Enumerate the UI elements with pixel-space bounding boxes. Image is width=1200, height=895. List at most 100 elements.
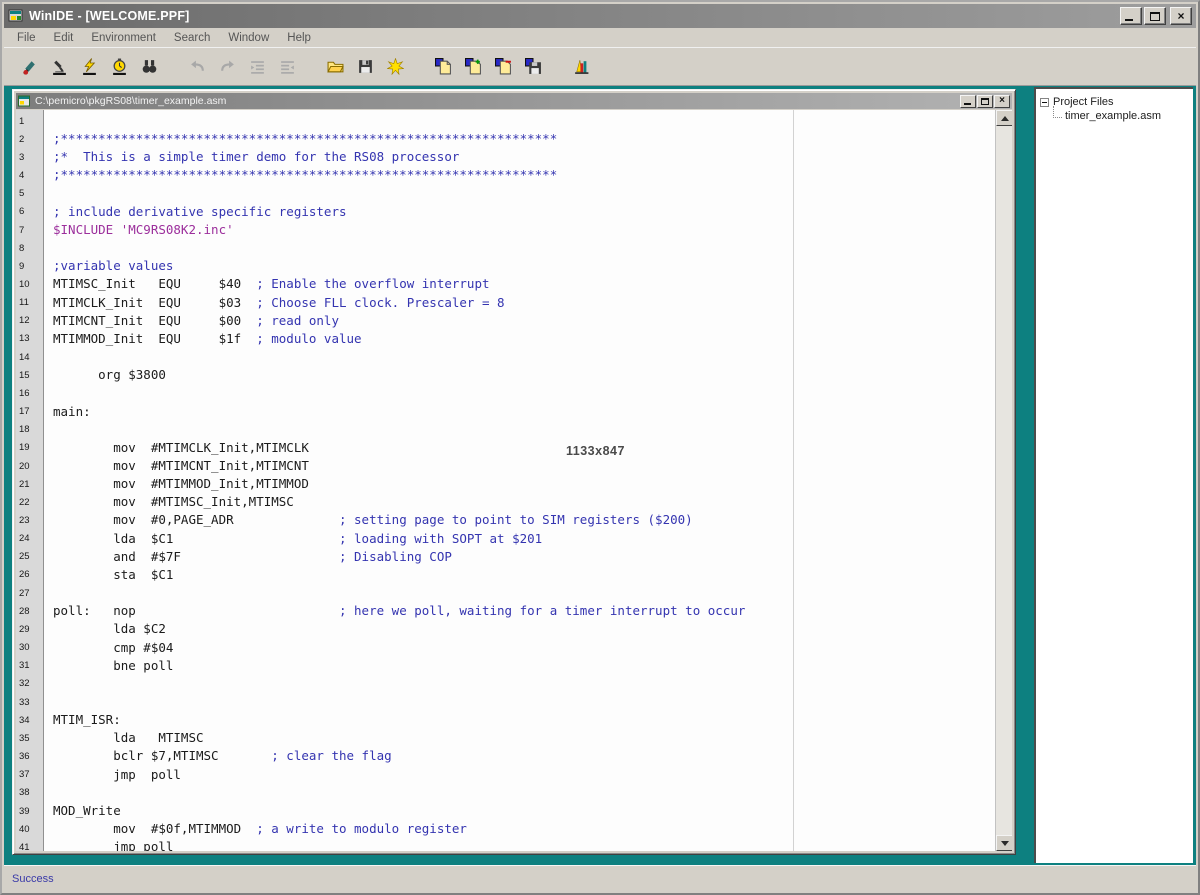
add-project-file-button[interactable] <box>458 53 488 80</box>
line-number: 28 <box>16 606 45 617</box>
code-line: 18 <box>16 421 995 439</box>
redo-icon <box>219 58 236 75</box>
code-line: 9;variable values <box>16 257 995 275</box>
save-project-button[interactable] <box>518 53 548 80</box>
app-icon <box>8 8 24 24</box>
minimize-button[interactable] <box>1120 7 1142 25</box>
line-number: 33 <box>16 697 45 708</box>
code-line: 7$INCLUDE 'MC9RS08K2.inc' <box>16 221 995 239</box>
line-number: 16 <box>16 388 45 399</box>
code-line: 31 bne poll <box>16 657 995 675</box>
doc-minimize-icon <box>964 103 971 105</box>
code-line: 39MOD_Write <box>16 802 995 820</box>
project-save-icon <box>525 58 542 75</box>
doc-close-button[interactable]: × <box>994 95 1010 108</box>
menu-search[interactable]: Search <box>165 30 219 46</box>
line-number: 27 <box>16 588 45 599</box>
code-line: 2;**************************************… <box>16 130 995 148</box>
open-project-button[interactable] <box>428 53 458 80</box>
code-line: 28poll: nop ; here we poll, waiting for … <box>16 602 995 620</box>
programmer-button[interactable] <box>74 53 104 80</box>
line-number: 3 <box>16 152 45 163</box>
line-number: 1 <box>16 116 45 127</box>
line-number: 4 <box>16 170 45 181</box>
vertical-scrollbar[interactable] <box>995 110 1012 851</box>
simulator-button[interactable] <box>104 53 134 80</box>
menu-file[interactable]: File <box>8 30 45 46</box>
code-line: 13MTIMMOD_Init EQU $1f ; modulo value <box>16 330 995 348</box>
line-number: 38 <box>16 787 45 798</box>
code-line: 1 <box>16 112 995 130</box>
code-line: 17main: <box>16 403 995 421</box>
line-number: 34 <box>16 715 45 726</box>
menu-edit[interactable]: Edit <box>45 30 83 46</box>
status-bar: Success <box>4 865 1196 891</box>
line-number: 30 <box>16 642 45 653</box>
code-line: 11MTIMCLK_Init EQU $03 ; Choose FLL cloc… <box>16 294 995 312</box>
title-bar: WinIDE - [WELCOME.PPF] × <box>4 4 1196 28</box>
window-title: WinIDE - [WELCOME.PPF] <box>29 9 190 23</box>
code-line: 10MTIMSC_Init EQU $40 ; Enable the overf… <box>16 275 995 293</box>
indent-button <box>242 53 272 80</box>
line-number: 17 <box>16 406 45 417</box>
compile-button[interactable] <box>380 53 410 80</box>
line-number: 29 <box>16 624 45 635</box>
project-add-icon <box>465 58 482 75</box>
maximize-button[interactable] <box>1144 7 1166 25</box>
scroll-down-button[interactable] <box>996 835 1012 851</box>
code-line: 15 org $3800 <box>16 366 995 384</box>
arrow-up-icon <box>1001 116 1009 121</box>
toolbar <box>4 47 1196 86</box>
code-editor[interactable]: 1 2;*************************************… <box>16 110 1012 851</box>
line-number: 37 <box>16 769 45 780</box>
line-number: 7 <box>16 225 45 236</box>
save-file-button[interactable] <box>350 53 380 80</box>
assemble-button[interactable] <box>14 53 44 80</box>
scroll-up-button[interactable] <box>996 110 1012 126</box>
document-icon <box>18 95 31 107</box>
code-line: 24 lda $C1 ; loading with SOPT at $201 <box>16 530 995 548</box>
statistics-button[interactable] <box>566 53 596 80</box>
indent-icon <box>249 58 266 75</box>
outdent-button <box>272 53 302 80</box>
doc-maximize-icon <box>981 98 989 105</box>
debugger-button[interactable] <box>44 53 74 80</box>
code-line: 27 <box>16 584 995 602</box>
document-title-bar[interactable]: C:\pemicro\pkgRS08\timer_example.asm × <box>16 93 1012 109</box>
resolution-overlay: 1133x847 <box>566 444 625 458</box>
line-number: 2 <box>16 134 45 145</box>
code-line: 16 <box>16 384 995 402</box>
doc-maximize-button[interactable] <box>977 95 993 108</box>
minimize-icon <box>1125 19 1133 21</box>
code-line: 32 <box>16 675 995 693</box>
line-number: 6 <box>16 206 45 217</box>
line-number: 13 <box>16 333 45 344</box>
project-open-icon <box>435 58 452 75</box>
menu-window[interactable]: Window <box>219 30 278 46</box>
project-root-label: Project Files <box>1053 96 1114 108</box>
line-number: 15 <box>16 370 45 381</box>
close-button[interactable]: × <box>1170 7 1192 25</box>
close-icon: × <box>1177 10 1184 22</box>
line-number: 39 <box>16 806 45 817</box>
project-tree-root[interactable]: Project Files <box>1040 96 1189 108</box>
arrow-down-icon <box>1001 841 1009 846</box>
binoculars-icon <box>141 58 158 75</box>
open-file-button[interactable] <box>320 53 350 80</box>
tree-connector <box>1053 106 1062 118</box>
project-file-item[interactable]: timer_example.asm <box>1053 108 1189 123</box>
burst-icon <box>387 58 404 75</box>
doc-minimize-button[interactable] <box>960 95 976 108</box>
code-line: 12MTIMCNT_Init EQU $00 ; read only <box>16 312 995 330</box>
code-line: 3;* This is a simple timer demo for the … <box>16 148 995 166</box>
menu-help[interactable]: Help <box>278 30 320 46</box>
code-line: 30 cmp #$04 <box>16 639 995 657</box>
find-button[interactable] <box>134 53 164 80</box>
menu-environment[interactable]: Environment <box>82 30 165 46</box>
microscope-icon <box>51 58 68 75</box>
code-lines: 1 2;*************************************… <box>16 112 995 851</box>
code-line: 29 lda $C2 <box>16 620 995 638</box>
collapse-icon[interactable] <box>1040 98 1049 107</box>
remove-project-file-button[interactable] <box>488 53 518 80</box>
project-remove-icon <box>495 58 512 75</box>
